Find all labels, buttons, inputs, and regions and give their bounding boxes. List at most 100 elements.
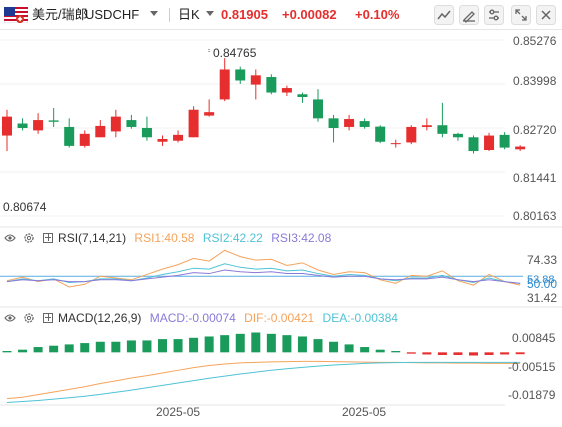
candle-body xyxy=(64,126,75,146)
rsi-tick: 74.33 xyxy=(527,253,557,267)
candle-body xyxy=(235,69,246,81)
macd-bar xyxy=(126,340,136,353)
candle-body xyxy=(188,109,199,138)
candle-body xyxy=(219,69,230,100)
close-icon[interactable] xyxy=(536,5,556,25)
symbol-name[interactable]: 美元/瑞郎 xyxy=(32,0,88,30)
macd-histogram xyxy=(2,332,525,356)
rsi2-value: RSI2:42.22 xyxy=(202,231,263,245)
candle-body xyxy=(437,125,448,134)
macd-bar xyxy=(391,351,401,353)
price-tick: 0.82720 xyxy=(513,123,557,137)
price-chart[interactable]: 0.85276 0.83998 0.82720 0.81441 0.80163 … xyxy=(0,30,562,427)
candle xyxy=(297,92,308,103)
fullscreen-icon[interactable] xyxy=(511,5,531,25)
collapse-toggle-icon[interactable] xyxy=(42,233,53,243)
candle-body xyxy=(468,137,479,152)
candle-body xyxy=(95,125,106,138)
macd-bar xyxy=(235,333,245,353)
candle xyxy=(313,89,323,122)
draw-tool-icon[interactable] xyxy=(459,5,479,25)
rsi-axis: 74.33 53.88 50.00 31.42 xyxy=(523,253,557,305)
last-price: 0.81905 xyxy=(221,7,268,22)
chart-toolbar: 美元/瑞郎 USDCHF 日K 0.81905 +0.00082 +0.10% xyxy=(0,0,562,30)
candle-body xyxy=(266,77,277,93)
dif-value: DIF:-0.00421 xyxy=(244,311,315,325)
eye-icon[interactable] xyxy=(4,312,16,324)
macd-bar xyxy=(64,344,74,353)
candle-body xyxy=(515,146,526,150)
macd-tick: -0.01879 xyxy=(508,388,556,402)
candle-body xyxy=(344,119,355,127)
low-price-label: 0.80674 xyxy=(3,200,47,214)
price-tick: 0.80163 xyxy=(513,209,557,223)
macd-bar xyxy=(111,341,121,353)
candle xyxy=(235,66,246,84)
candle-body xyxy=(250,75,261,85)
macd-value: MACD:-0.00074 xyxy=(149,311,236,325)
collapse-toggle-icon[interactable] xyxy=(42,313,53,323)
candle-body xyxy=(79,133,90,146)
candle-body xyxy=(375,126,386,142)
macd-bar xyxy=(282,335,292,353)
candle xyxy=(375,125,386,144)
price-change: +0.00082 xyxy=(282,7,337,22)
price-axis: 0.85276 0.83998 0.82720 0.81441 0.80163 xyxy=(513,34,557,223)
settings-icon[interactable] xyxy=(23,312,35,324)
candlesticks xyxy=(2,58,526,154)
candle-body xyxy=(126,120,137,127)
candle xyxy=(499,132,510,150)
candle-body xyxy=(17,123,28,128)
toolbar-divider xyxy=(169,8,170,22)
high-price-label: 0.84765 xyxy=(213,46,257,60)
candle xyxy=(452,132,463,141)
rsi-legend: RSI(7,14,21) RSI1:40.58 RSI2:42.22 RSI3:… xyxy=(4,230,331,246)
candle-body xyxy=(281,88,292,93)
macd-bar xyxy=(95,341,105,353)
interval-selector[interactable]: 日K xyxy=(178,0,200,30)
chart-type-icon[interactable] xyxy=(434,5,454,25)
price-grid xyxy=(0,39,505,217)
rsi3-value: RSI3:42.08 xyxy=(271,231,332,245)
candle xyxy=(281,85,292,96)
candle xyxy=(157,135,168,146)
candle xyxy=(390,139,401,148)
candle xyxy=(95,120,106,138)
candle xyxy=(328,114,339,143)
settings-icon[interactable] xyxy=(23,232,35,244)
macd-bar xyxy=(33,347,43,353)
rsi-title: RSI(7,14,21) xyxy=(58,231,127,245)
candle-body xyxy=(33,120,44,131)
time-tick: 2025-05 xyxy=(156,405,200,419)
macd-lines xyxy=(6,360,521,404)
candle-body xyxy=(390,143,401,145)
macd-bar xyxy=(375,349,385,353)
macd-tick: 0.00845 xyxy=(512,331,556,345)
candle-body xyxy=(48,120,59,122)
macd-bar xyxy=(2,351,12,353)
high-annotation: 0.84765 xyxy=(208,46,257,60)
indicator-settings-icon[interactable] xyxy=(484,5,504,25)
eye-icon[interactable] xyxy=(4,232,16,244)
macd-bar xyxy=(204,336,214,353)
macd-bar xyxy=(189,337,199,353)
candle xyxy=(79,130,90,148)
macd-bar xyxy=(142,340,152,353)
macd-bar xyxy=(437,352,447,355)
candle-body xyxy=(157,138,168,142)
interval-dropdown-icon[interactable] xyxy=(206,11,214,16)
macd-bar xyxy=(515,352,525,355)
macd-bar xyxy=(453,352,463,355)
macd-bar xyxy=(329,341,339,353)
macd-bar xyxy=(360,347,370,353)
candle xyxy=(437,102,448,138)
candle-body xyxy=(499,134,510,148)
macd-bar xyxy=(49,345,59,353)
macd-bar xyxy=(80,343,90,353)
symbol-code[interactable]: USDCHF xyxy=(85,0,139,30)
candle-body xyxy=(421,125,432,127)
candle xyxy=(64,118,75,148)
macd-bar xyxy=(266,333,276,353)
symbol-dropdown-icon[interactable] xyxy=(150,11,158,16)
candle xyxy=(173,130,184,143)
